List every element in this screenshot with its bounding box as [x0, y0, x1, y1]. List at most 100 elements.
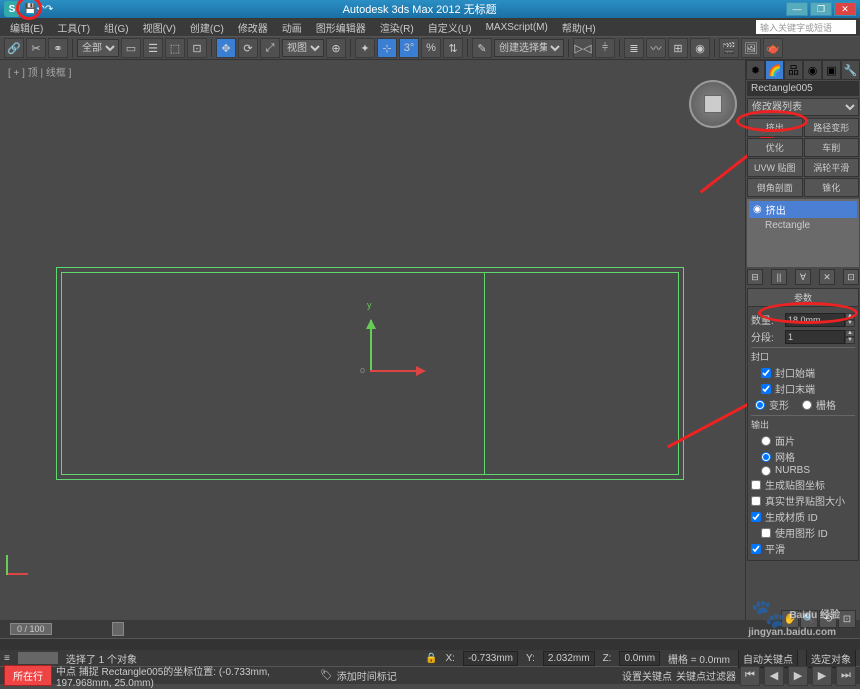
maxscript-icon[interactable]: ≡ — [4, 653, 10, 664]
goto-start-icon[interactable]: ⏮ — [740, 666, 760, 686]
z-coord-field[interactable]: 0.0mm — [619, 651, 660, 666]
select-name-icon[interactable]: ☰ — [143, 38, 163, 58]
named-selset-dropdown[interactable]: 创建选择集 — [494, 39, 564, 57]
use-shapeid-checkbox[interactable] — [761, 528, 771, 538]
live-button[interactable]: 所在行 — [4, 665, 52, 686]
selection-filter[interactable]: 全部 — [77, 39, 119, 57]
tab-motion[interactable]: ◉ — [803, 60, 822, 80]
percent-snap-icon[interactable]: % — [421, 38, 441, 58]
select-icon[interactable]: ▭ — [121, 38, 141, 58]
maximize-vp-icon[interactable]: ⊡ — [838, 610, 856, 628]
play-icon[interactable]: ▶ — [788, 666, 808, 686]
menu-help[interactable]: 帮助(H) — [556, 18, 602, 37]
render-setup-icon[interactable]: 🎬 — [719, 38, 739, 58]
render-icon[interactable]: 🫖 — [763, 38, 783, 58]
material-editor-icon[interactable]: ◉ — [690, 38, 710, 58]
tab-hierarchy[interactable]: 品 — [784, 60, 803, 80]
menu-tools[interactable]: 工具(T) — [51, 18, 96, 37]
stack-item-rectangle[interactable]: Rectangle — [749, 219, 857, 232]
morph-radio[interactable] — [755, 400, 765, 410]
lock-icon[interactable]: 🔒 — [425, 653, 437, 664]
configure-icon[interactable]: ⊡ — [843, 269, 859, 285]
unique-icon[interactable]: ∀ — [795, 269, 811, 285]
menu-create[interactable]: 创建(C) — [184, 18, 230, 37]
window-cross-icon[interactable]: ⊡ — [187, 38, 207, 58]
curve-editor-icon[interactable]: 〰 — [646, 38, 666, 58]
select-rect-icon[interactable]: ⬚ — [165, 38, 185, 58]
add-tag-button[interactable]: 添加时间标记 — [337, 668, 397, 683]
realworld-checkbox[interactable] — [751, 496, 761, 506]
cap-end-checkbox[interactable] — [761, 384, 771, 394]
link-icon[interactable]: 🔗 — [4, 38, 24, 58]
smooth-checkbox[interactable] — [751, 544, 761, 554]
schematic-icon[interactable]: ⊞ — [668, 38, 688, 58]
viewcube[interactable] — [689, 80, 737, 128]
mod-pathdeform-button[interactable]: 路径变形 — [804, 118, 860, 137]
segments-input[interactable] — [785, 330, 845, 344]
menu-customize[interactable]: 自定义(U) — [422, 18, 478, 37]
menu-maxscript[interactable]: MAXScript(M) — [480, 20, 554, 35]
angle-snap-icon[interactable]: 3° — [399, 38, 419, 58]
timeline-track[interactable] — [0, 638, 860, 650]
redo-icon[interactable]: ↷ — [45, 4, 53, 15]
tab-create[interactable]: ✹ — [746, 60, 765, 80]
gen-matid-checkbox[interactable] — [751, 512, 761, 522]
bind-icon[interactable]: ⚭ — [48, 38, 68, 58]
next-frame-icon[interactable]: ▶ — [812, 666, 832, 686]
time-tag-icon[interactable]: 🏷 — [320, 670, 333, 681]
edit-selset-icon[interactable]: ✎ — [472, 38, 492, 58]
mod-bevelprofile-button[interactable]: 倒角剖面 — [747, 178, 803, 197]
align-icon[interactable]: ⫩ — [595, 38, 615, 58]
prev-frame-icon[interactable]: ◀ — [764, 666, 784, 686]
mod-uvwmap-button[interactable]: UVW 贴图 — [747, 158, 803, 177]
rotate-icon[interactable]: ⟳ — [238, 38, 258, 58]
mesh-radio[interactable] — [761, 452, 771, 462]
move-icon[interactable]: ✥ — [216, 38, 236, 58]
grid-radio[interactable] — [802, 400, 812, 410]
mini-listener[interactable] — [18, 652, 58, 664]
tab-utilities[interactable]: 🔧 — [841, 60, 860, 80]
time-thumb[interactable]: 0 / 100 — [10, 623, 52, 635]
pivot-icon[interactable]: ⊕ — [326, 38, 346, 58]
key-filter-button[interactable]: 关键点过滤器 — [676, 668, 736, 683]
ref-coord-dropdown[interactable]: 视图 — [282, 39, 324, 57]
viewport-label[interactable]: [ + ] 顶 | 线框 ] — [8, 64, 71, 79]
mod-lathe-button[interactable]: 车削 — [804, 138, 860, 157]
stack-item-extrude[interactable]: ◉挤出 — [749, 201, 857, 218]
menu-render[interactable]: 渲染(R) — [374, 18, 420, 37]
spinner-snap-icon[interactable]: ⇅ — [443, 38, 463, 58]
layers-icon[interactable]: ≣ — [624, 38, 644, 58]
time-slider[interactable]: 0 / 100 — [0, 620, 860, 638]
pin-stack-icon[interactable]: ⊟ — [747, 269, 763, 285]
remove-mod-icon[interactable]: ✕ — [819, 269, 835, 285]
menu-graph[interactable]: 图形编辑器 — [310, 18, 372, 37]
x-coord-field[interactable]: -0.733mm — [463, 651, 518, 666]
scale-icon[interactable]: ⤢ — [260, 38, 280, 58]
y-coord-field[interactable]: 2.032mm — [543, 651, 595, 666]
menu-animation[interactable]: 动画 — [276, 18, 308, 37]
minimize-button[interactable]: — — [786, 2, 808, 16]
tab-display[interactable]: ▣ — [822, 60, 841, 80]
object-name-field[interactable]: Rectangle005 — [747, 81, 859, 96]
close-button[interactable]: ✕ — [834, 2, 856, 16]
modifier-stack[interactable]: ◉挤出 Rectangle — [747, 199, 859, 267]
mod-turbosmooth-button[interactable]: 涡轮平滑 — [804, 158, 860, 177]
menu-views[interactable]: 视图(V) — [137, 18, 182, 37]
set-key-button[interactable]: 设置关键点 — [622, 668, 672, 683]
search-input[interactable]: 输入关键字或短语 — [756, 20, 856, 34]
snap-toggle-icon[interactable]: ⊹ — [377, 38, 397, 58]
menu-group[interactable]: 组(G) — [98, 18, 134, 37]
maximize-button[interactable]: ❐ — [810, 2, 832, 16]
nurbs-radio[interactable] — [761, 466, 771, 476]
mod-taper-button[interactable]: 锥化 — [804, 178, 860, 197]
mod-optimize-button[interactable]: 优化 — [747, 138, 803, 157]
menu-modifiers[interactable]: 修改器 — [232, 18, 274, 37]
time-range-end[interactable] — [112, 622, 124, 636]
cap-start-checkbox[interactable] — [761, 368, 771, 378]
manipulate-icon[interactable]: ✦ — [355, 38, 375, 58]
transform-gizmo[interactable]: y o — [360, 300, 440, 380]
mirror-icon[interactable]: ▷◁ — [573, 38, 593, 58]
unlink-icon[interactable]: ✂ — [26, 38, 46, 58]
menu-edit[interactable]: 编辑(E) — [4, 18, 49, 37]
show-end-icon[interactable]: || — [771, 269, 787, 285]
